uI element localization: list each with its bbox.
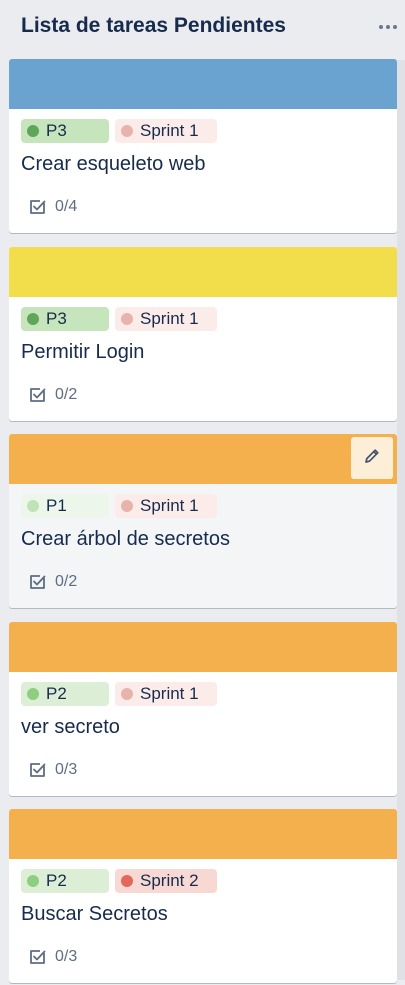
more-horizontal-icon <box>379 25 397 29</box>
priority-label-text: P2 <box>46 684 67 703</box>
task-list: Lista de tareas Pendientes P3 Sprint 1 C… <box>0 0 405 985</box>
sprint-label[interactable]: Sprint 1 <box>115 682 217 706</box>
checklist-count: 0/3 <box>55 948 78 965</box>
sprint-label-text: Sprint 1 <box>140 684 199 703</box>
checklist-icon <box>28 573 46 591</box>
pencil-icon <box>362 446 382 471</box>
card-title: Crear árbol de secretos <box>21 528 230 550</box>
card-title: ver secreto <box>21 716 120 738</box>
priority-label[interactable]: P3 <box>21 307 109 331</box>
card[interactable]: P2 Sprint 2 Buscar Secretos 0/3 <box>9 809 397 983</box>
sprint-dot <box>121 125 133 137</box>
card-cover <box>9 622 397 672</box>
checklist-badge: 0/2 <box>28 572 77 592</box>
priority-label-text: P2 <box>46 871 67 890</box>
sprint-label-text: Sprint 1 <box>140 121 199 140</box>
priority-label-text: P3 <box>46 121 67 140</box>
checklist-count: 0/2 <box>55 386 78 403</box>
sprint-dot <box>121 500 133 512</box>
card-cover <box>9 434 397 484</box>
card[interactable]: P3 Sprint 1 Permitir Login 0/2 <box>9 247 397 421</box>
checklist-icon <box>28 761 46 779</box>
sprint-label[interactable]: Sprint 1 <box>115 119 217 143</box>
checklist-icon <box>28 386 46 404</box>
list-scrollbar[interactable] <box>397 60 405 980</box>
sprint-label[interactable]: Sprint 1 <box>115 307 217 331</box>
card-cover <box>9 59 397 109</box>
sprint-label-text: Sprint 1 <box>140 309 199 328</box>
sprint-label-text: Sprint 2 <box>140 871 199 890</box>
priority-dot <box>27 500 39 512</box>
sprint-label[interactable]: Sprint 2 <box>115 869 217 893</box>
card-cover <box>9 809 397 859</box>
checklist-icon <box>28 198 46 216</box>
priority-label[interactable]: P2 <box>21 682 109 706</box>
priority-dot <box>27 688 39 700</box>
card-cover <box>9 247 397 297</box>
sprint-dot <box>121 688 133 700</box>
card[interactable]: P1 Sprint 1 Crear árbol de secretos 0/2 <box>9 434 397 608</box>
checklist-badge: 0/3 <box>28 760 77 780</box>
checklist-count: 0/2 <box>55 573 78 590</box>
checklist-badge: 0/4 <box>28 197 77 217</box>
priority-dot <box>27 313 39 325</box>
card[interactable]: P3 Sprint 1 Crear esqueleto web 0/4 <box>9 59 397 233</box>
sprint-label[interactable]: Sprint 1 <box>115 494 217 518</box>
priority-label-text: P1 <box>46 496 67 515</box>
card-title: Buscar Secretos <box>21 903 168 925</box>
list-header: Lista de tareas Pendientes <box>0 0 405 56</box>
priority-dot <box>27 875 39 887</box>
checklist-badge: 0/2 <box>28 385 77 405</box>
checklist-count: 0/4 <box>55 198 78 215</box>
checklist-badge: 0/3 <box>28 947 77 967</box>
priority-dot <box>27 125 39 137</box>
checklist-count: 0/3 <box>55 761 78 778</box>
card-title: Permitir Login <box>21 341 145 363</box>
priority-label-text: P3 <box>46 309 67 328</box>
card[interactable]: P2 Sprint 1 ver secreto 0/3 <box>9 622 397 796</box>
priority-label[interactable]: P1 <box>21 494 109 518</box>
priority-label[interactable]: P2 <box>21 869 109 893</box>
list-title[interactable]: Lista de tareas Pendientes <box>21 14 286 38</box>
sprint-dot <box>121 875 133 887</box>
card-title: Crear esqueleto web <box>21 153 206 175</box>
priority-label[interactable]: P3 <box>21 119 109 143</box>
edit-card-button[interactable] <box>351 437 393 479</box>
checklist-icon <box>28 948 46 966</box>
sprint-dot <box>121 313 133 325</box>
sprint-label-text: Sprint 1 <box>140 496 199 515</box>
list-menu-button[interactable] <box>373 12 403 42</box>
